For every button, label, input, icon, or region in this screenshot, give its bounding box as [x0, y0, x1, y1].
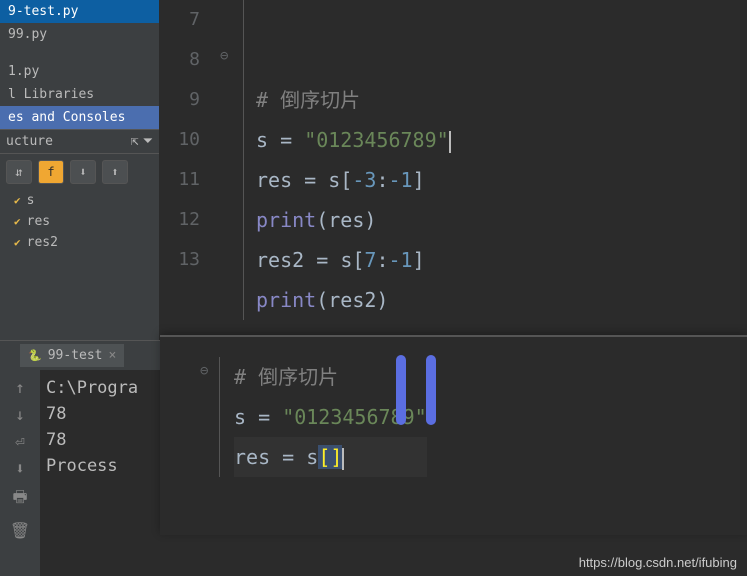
- settings-icon[interactable]: ⏷: [143, 134, 153, 149]
- fold-gutter: ⊖: [160, 357, 220, 477]
- matched-bracket: [: [318, 445, 330, 469]
- comment: # 倒序切片: [234, 365, 338, 389]
- console-output[interactable]: C:\Progra 78 78 Process: [40, 370, 144, 576]
- console-panel: ↑ ↓ ⏎ ⬇ 🖶 🗑 C:\Progra 78 78 Process: [0, 370, 160, 576]
- code-editor-popup[interactable]: ⊖ # 倒序切片 s = "0123456789" res = s[]: [160, 335, 747, 535]
- code-editor[interactable]: 7 8 9 10 11 12 13 ⊖ # 倒序切片 s = "01234567…: [160, 0, 747, 320]
- file-item[interactable]: 99.py: [0, 23, 159, 46]
- variable-item[interactable]: ✔res: [0, 211, 159, 232]
- python-icon: 🐍: [28, 349, 42, 362]
- fold-gutter: ⊖: [220, 0, 244, 320]
- fold-end-icon[interactable]: ⊖: [220, 48, 228, 64]
- filter-fields-icon[interactable]: f: [38, 160, 64, 184]
- libs-item[interactable]: l Libraries: [0, 83, 159, 106]
- file-item[interactable]: 1.py: [0, 60, 159, 83]
- trash-icon[interactable]: 🗑: [8, 521, 32, 540]
- var-icon: ✔: [14, 194, 21, 207]
- consoles-item[interactable]: es and Consoles: [0, 106, 159, 129]
- line-gutter: 7 8 9 10 11 12 13: [160, 0, 220, 320]
- collapse-icon[interactable]: ⇱: [131, 134, 139, 149]
- file-item[interactable]: 9-test.py: [0, 0, 159, 23]
- console-gutter: ↑ ↓ ⏎ ⬇ 🖶 🗑: [0, 370, 40, 576]
- variable-item[interactable]: ✔s: [0, 190, 159, 211]
- wrap-icon[interactable]: ⏎: [8, 432, 32, 451]
- expand-icon[interactable]: ⬇: [70, 160, 96, 184]
- fold-end-icon[interactable]: ⊖: [200, 363, 208, 379]
- down-icon[interactable]: ↓: [8, 405, 32, 424]
- editor-tab[interactable]: 🐍 99-test ×: [20, 344, 124, 367]
- up-icon[interactable]: ↑: [8, 378, 32, 397]
- matched-bracket: ]: [330, 445, 342, 469]
- comment: # 倒序切片: [256, 88, 360, 112]
- tab-bar: 🐍 99-test ×: [0, 340, 160, 370]
- text-caret: [449, 131, 451, 153]
- scroll-icon[interactable]: ⬇: [8, 459, 32, 478]
- code-content[interactable]: # 倒序切片 s = "0123456789" res = s[]: [220, 357, 427, 477]
- var-icon: ✔: [14, 236, 21, 249]
- watermark: https://blog.csdn.net/ifubing: [579, 555, 737, 570]
- collapse-all-icon[interactable]: ⬆: [102, 160, 128, 184]
- sort-icon[interactable]: ⇵: [6, 160, 32, 184]
- structure-header: ucture ⇱ ⏷: [0, 129, 159, 154]
- var-icon: ✔: [14, 215, 21, 228]
- text-caret: [342, 448, 344, 470]
- print-icon[interactable]: 🖶: [8, 486, 32, 513]
- code-content[interactable]: # 倒序切片 s = "0123456789" res = s[-3:-1] p…: [244, 0, 451, 320]
- variable-item[interactable]: ✔res2: [0, 232, 159, 253]
- structure-toolbar: ⇵ f ⬇ ⬆: [0, 154, 159, 190]
- close-icon[interactable]: ×: [109, 348, 117, 363]
